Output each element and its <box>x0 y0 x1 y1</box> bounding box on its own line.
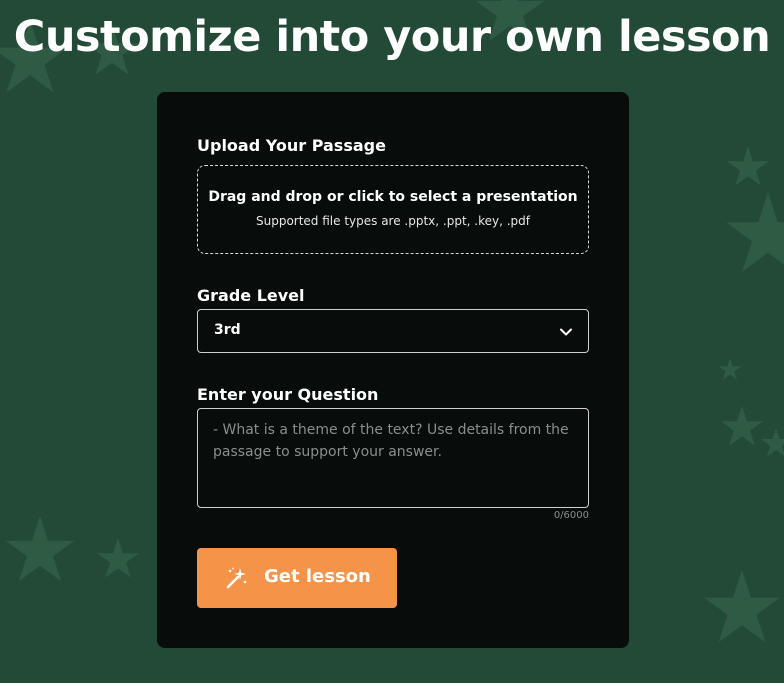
dropzone-instruction: Drag and drop or click to select a prese… <box>208 189 578 205</box>
lesson-form-card: Upload Your Passage Drag and drop or cli… <box>157 92 629 648</box>
upload-label: Upload Your Passage <box>197 136 386 155</box>
grade-level-select[interactable]: 3rd <box>197 309 589 353</box>
chevron-down-icon <box>560 328 572 336</box>
file-dropzone[interactable]: Drag and drop or click to select a prese… <box>197 165 589 254</box>
grade-level-value: 3rd <box>214 322 241 338</box>
grade-level-label: Grade Level <box>197 286 305 305</box>
get-lesson-label: Get lesson <box>264 566 371 587</box>
magic-wand-icon <box>226 567 247 589</box>
get-lesson-button[interactable]: Get lesson <box>197 548 397 608</box>
question-label: Enter your Question <box>197 385 379 404</box>
dropzone-supported-types: Supported file types are .pptx, .ppt, .k… <box>255 214 531 228</box>
question-input[interactable] <box>197 408 589 508</box>
character-counter: 0/6000 <box>553 510 589 521</box>
page-title: Customize into your own lesson <box>13 12 771 62</box>
